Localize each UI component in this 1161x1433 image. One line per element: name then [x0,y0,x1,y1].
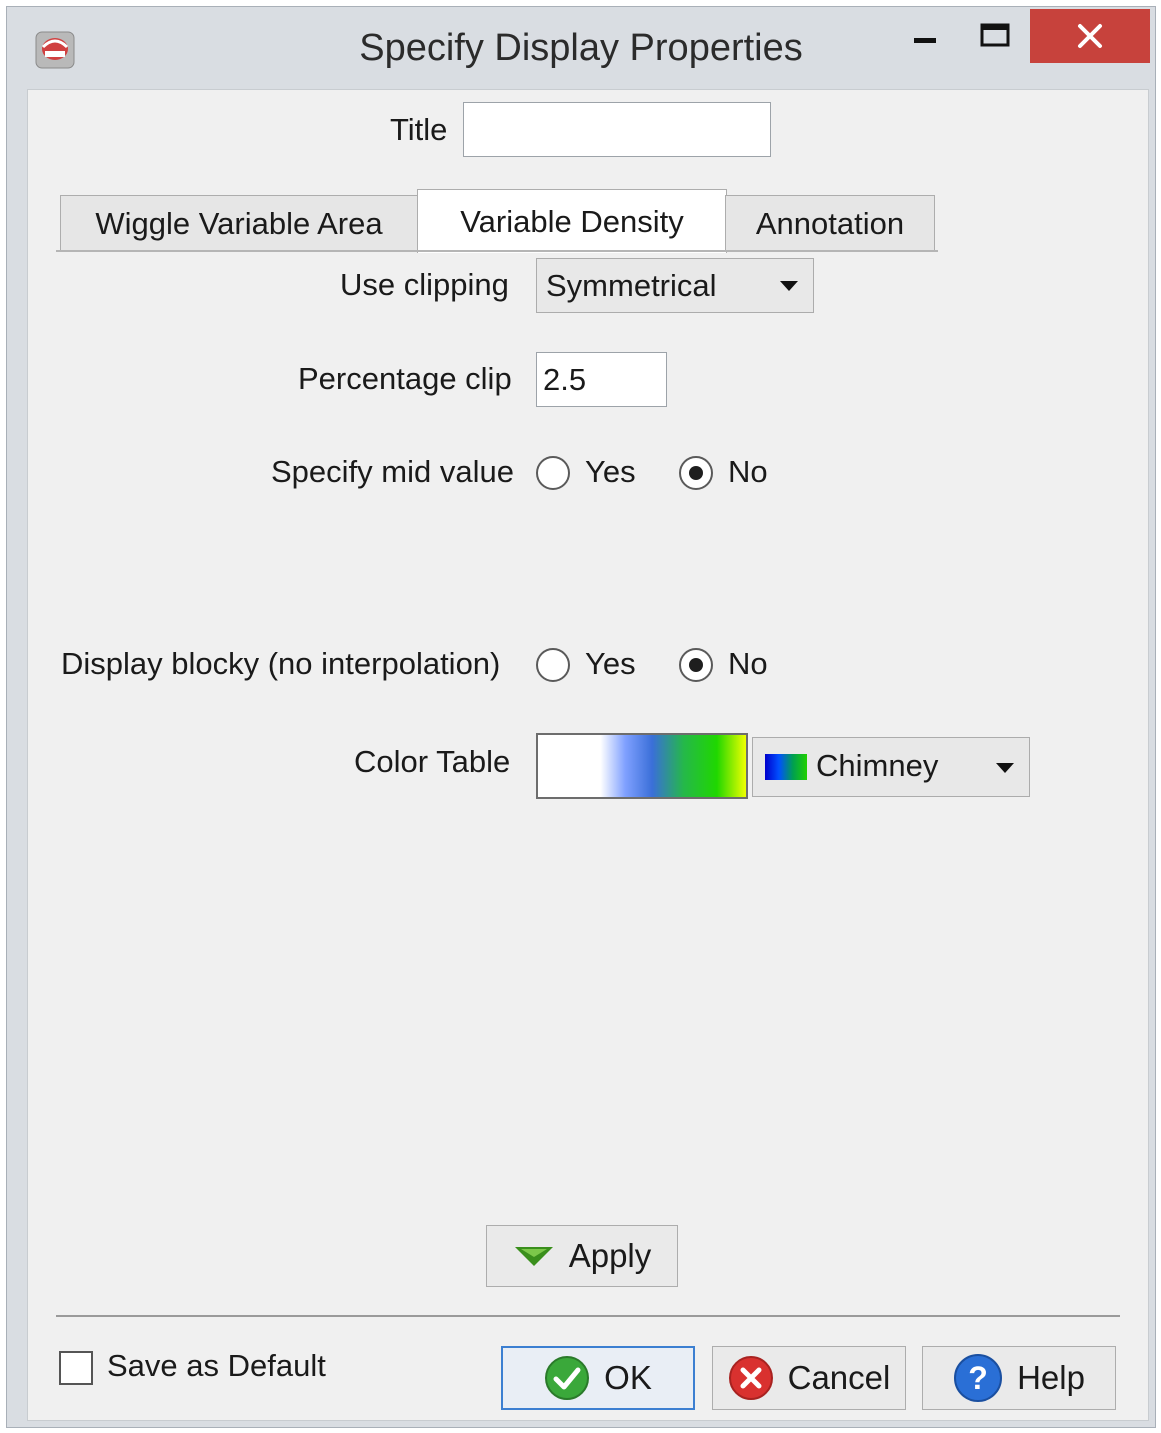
title-label: Title [390,112,448,147]
blocky-yes-label: Yes [585,646,636,681]
mid-value-label: Specify mid value [271,454,514,489]
help-button[interactable]: ? Help [922,1346,1116,1410]
apply-button[interactable]: Apply [486,1225,678,1287]
blocky-yes-radio[interactable] [536,648,570,682]
clipping-selected: Symmetrical [546,267,717,303]
help-icon: ? [954,1354,1003,1402]
title-bar[interactable]: Specify Display Properties [7,7,1155,87]
color-table-selected: Chimney [816,748,939,783]
close-button[interactable] [1030,9,1150,63]
ok-label: OK [604,1359,652,1396]
check-icon [545,1356,590,1400]
percentage-clip-label: Percentage clip [298,361,512,396]
mid-value-no-label: No [728,454,768,489]
apply-label: Apply [568,1237,652,1274]
cancel-label: Cancel [787,1359,891,1396]
tab-wiggle-variable-area[interactable]: Wiggle Variable Area [60,195,418,251]
percentage-clip-input[interactable] [536,352,667,407]
dialog-content: Title Wiggle Variable Area Variable Dens… [27,89,1149,1421]
tab-annotation[interactable]: Annotation [725,195,935,251]
cancel-button[interactable]: Cancel [712,1346,906,1410]
minimize-button[interactable] [897,7,953,65]
title-input[interactable] [463,102,771,157]
chevron-down-icon [996,763,1014,773]
save-default-label: Save as Default [107,1348,326,1383]
color-table-label: Color Table [354,744,511,779]
tab-label: Annotation [755,205,905,241]
blocky-no-radio[interactable] [679,648,713,682]
mid-value-yes-label: Yes [585,454,636,489]
chimney-swatch-icon [765,754,807,780]
save-default-checkbox[interactable] [59,1351,93,1385]
maximize-icon [980,23,1010,47]
mid-value-yes-radio[interactable] [536,456,570,490]
minimize-icon [914,38,936,43]
display-blocky-label: Display blocky (no interpolation) [61,646,501,681]
color-table-dropdown[interactable]: Chimney [752,737,1030,797]
blocky-no-label: No [728,646,768,681]
clipping-dropdown[interactable]: Symmetrical [536,258,814,313]
dialog-window: Specify Display Properties Title Wiggle … [6,6,1156,1428]
tab-label: Variable Density [460,203,684,239]
mid-value-no-radio[interactable] [679,456,713,490]
tab-divider [56,250,938,252]
separator [56,1315,1120,1317]
color-table-preview[interactable] [536,733,748,799]
chevron-down-icon [780,281,798,291]
tab-variable-density[interactable]: Variable Density [417,189,727,253]
help-label: Help [1017,1359,1085,1396]
cancel-icon [728,1356,773,1400]
ok-button[interactable]: OK [501,1346,695,1410]
use-clipping-label: Use clipping [340,267,509,302]
close-icon [1078,24,1102,48]
tab-label: Wiggle Variable Area [95,205,383,241]
svg-text:?: ? [968,1360,988,1396]
maximize-button[interactable] [967,7,1023,65]
triangle-down-icon [514,1247,553,1266]
